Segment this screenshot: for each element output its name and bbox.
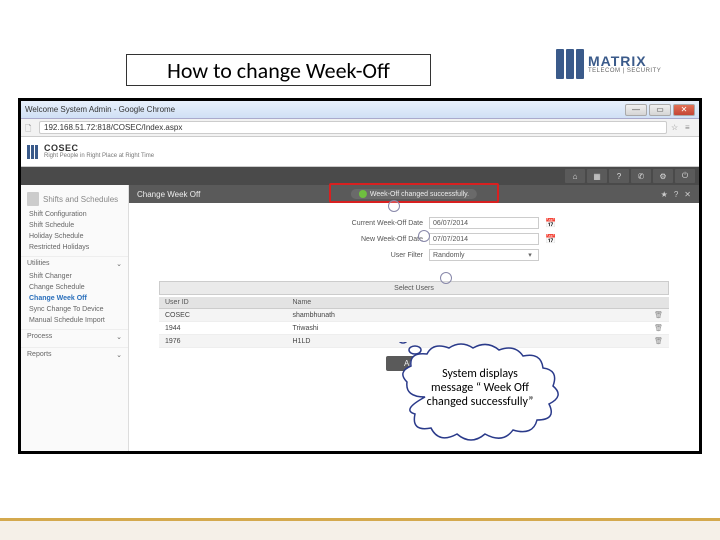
nav-grid-icon[interactable]: ▦ (587, 169, 607, 183)
current-date-label: Current Week-Off Date (273, 220, 423, 227)
nav-settings-icon[interactable]: ⚙ (653, 169, 673, 183)
sidebar-item-change-weekoff[interactable]: Change Week Off (21, 293, 128, 304)
menu-icon[interactable]: ≡ (685, 123, 695, 133)
delete-icon[interactable]: 🗑 (638, 322, 669, 335)
logo-bars-icon (556, 49, 584, 79)
apply-button[interactable]: Apply (386, 356, 442, 371)
sidebar-process-label: Process (27, 333, 52, 341)
chevron-down-icon: ⌄ (116, 260, 122, 268)
sidebar-utilities[interactable]: Utilities ⌄ (21, 256, 128, 271)
filter-select[interactable]: Randomly ▾ (429, 249, 539, 261)
chevron-down-icon: ⌄ (116, 333, 122, 341)
app-tagline: Right People in Right Place at Right Tim… (44, 153, 154, 159)
sidebar-section-icon (27, 192, 39, 206)
calendar-icon[interactable]: 📅 (545, 234, 555, 244)
app-brand: COSEC (44, 144, 154, 153)
calendar-icon[interactable]: 📅 (545, 218, 555, 228)
star-icon[interactable]: ★ (661, 190, 668, 199)
table-row[interactable]: COSEC shambhunath 🗑 (159, 309, 669, 322)
bookmark-icon[interactable]: ☆ (671, 123, 681, 133)
sidebar-item[interactable]: Sync Change To Device (21, 304, 128, 315)
chrome-addressbar: 🗋 192.168.51.72:818/COSEC/Index.aspx ☆ ≡ (21, 119, 699, 137)
col-userid: User ID (159, 297, 287, 309)
page-icon: 🗋 (25, 123, 35, 133)
filter-label: User Filter (273, 252, 423, 259)
success-text: Week-Off changed successfully. (370, 191, 469, 198)
top-navbar: ⌂ ▦ ? ✆ ⚙ ⏻ (21, 167, 699, 185)
panel-title: Change Week Off (137, 190, 200, 199)
slide-footer-stripe (0, 518, 720, 540)
brand-logo: MATRIX TELECOM | SECURITY (556, 42, 696, 86)
nav-phone-icon[interactable]: ✆ (631, 169, 651, 183)
logo-main: MATRIX (588, 54, 661, 68)
slide-title: How to change Week-Off (126, 54, 431, 86)
app-logo-icon (27, 145, 38, 159)
panel-header: Change Week Off Week-Off changed success… (129, 185, 699, 203)
nav-help-icon[interactable]: ? (609, 169, 629, 183)
success-message: Week-Off changed successfully. (351, 189, 477, 199)
sidebar-reports[interactable]: Reports ⌄ (21, 347, 128, 362)
sidebar-item[interactable]: Shift Configuration (21, 209, 128, 220)
url-text: 192.168.51.72:818/COSEC/Index.aspx (44, 123, 182, 132)
main-panel: Change Week Off Week-Off changed success… (129, 185, 699, 451)
nav-home-icon[interactable]: ⌂ (565, 169, 585, 183)
sidebar-reports-label: Reports (27, 351, 52, 359)
sidebar-item[interactable]: Restricted Holidays (21, 242, 128, 253)
screenshot-frame: Welcome System Admin - Google Chrome — ▭… (18, 98, 702, 454)
close-panel-icon[interactable]: ✕ (684, 190, 691, 199)
delete-icon[interactable]: 🗑 (638, 309, 669, 322)
sidebar-utilities-label: Utilities (27, 260, 50, 268)
new-date-field[interactable]: 07/07/2014 (429, 233, 539, 245)
sidebar-item[interactable]: Shift Schedule (21, 220, 128, 231)
slide-title-text: How to change Week-Off (167, 57, 390, 84)
delete-icon[interactable]: 🗑 (638, 335, 669, 348)
chrome-titlebar: Welcome System Admin - Google Chrome — ▭… (21, 101, 699, 119)
app-header: COSEC Right People in Right Place at Rig… (21, 137, 699, 167)
success-icon (359, 190, 367, 198)
sidebar-section-title: Shifts and Schedules (43, 195, 118, 204)
sidebar-item[interactable]: Shift Changer (21, 271, 128, 282)
users-table: User ID Name COSEC shambhunath 🗑 1944 Tr… (159, 297, 669, 348)
current-date-field[interactable]: 06/07/2014 (429, 217, 539, 229)
nav-power-icon[interactable]: ⏻ (675, 169, 695, 183)
select-users-header[interactable]: Select Users (159, 281, 669, 295)
logo-sub: TELECOM | SECURITY (588, 68, 661, 74)
url-field[interactable]: 192.168.51.72:818/COSEC/Index.aspx (39, 121, 667, 134)
chevron-down-icon: ⌄ (116, 351, 122, 359)
sidebar: Shifts and Schedules Shift Configuration… (21, 185, 129, 451)
minimize-button[interactable]: — (625, 104, 647, 116)
sidebar-process[interactable]: Process ⌄ (21, 329, 128, 344)
sidebar-item[interactable]: Change Schedule (21, 282, 128, 293)
new-date-label: New Week-Off Date (273, 236, 423, 243)
maximize-button[interactable]: ▭ (649, 104, 671, 116)
col-name: Name (287, 297, 639, 309)
close-button[interactable]: ✕ (673, 104, 695, 116)
table-row[interactable]: 1944 Triwashi 🗑 (159, 322, 669, 335)
table-row[interactable]: 1976 H1LD 🗑 (159, 335, 669, 348)
help-icon[interactable]: ? (674, 190, 678, 199)
sidebar-item[interactable]: Manual Schedule Import (21, 315, 128, 326)
sidebar-item[interactable]: Holiday Schedule (21, 231, 128, 242)
chevron-down-icon: ▾ (525, 251, 535, 259)
window-title: Welcome System Admin - Google Chrome (25, 105, 625, 114)
